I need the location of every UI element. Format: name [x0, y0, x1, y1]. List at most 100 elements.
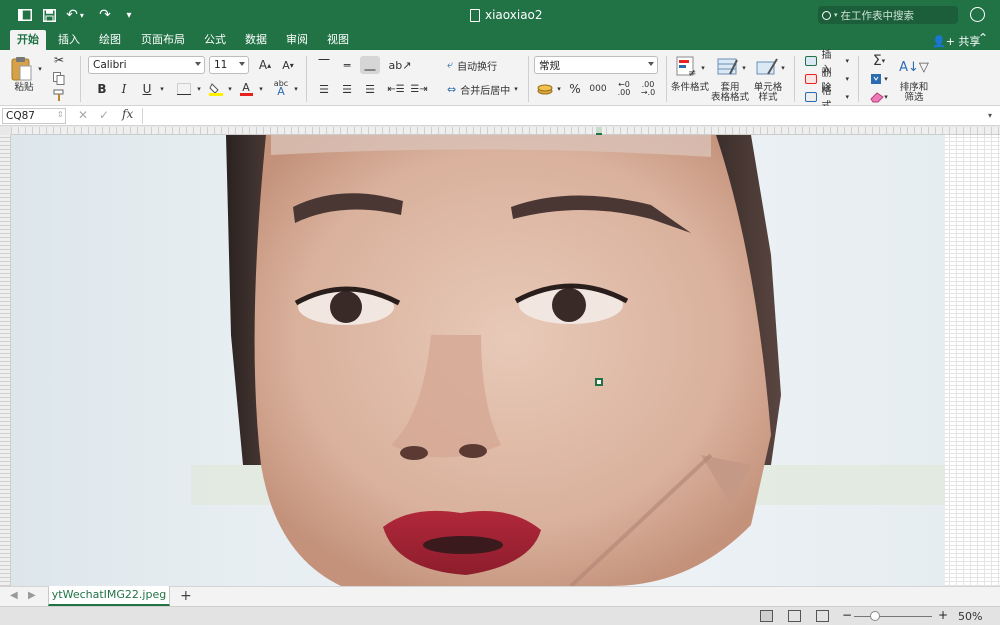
expand-formula-icon[interactable]: ▾	[988, 111, 992, 120]
enter-icon[interactable]: ✓	[99, 108, 109, 122]
cut-icon[interactable]: ✂	[52, 53, 66, 67]
italic-button[interactable]: I	[114, 80, 134, 98]
page-layout-view-icon[interactable]	[788, 610, 801, 622]
undo-icon[interactable]: ↶ ▾	[64, 6, 86, 24]
wrap-text-button[interactable]: ⤶ 自动换行	[446, 56, 526, 74]
zoom-level[interactable]: 50%	[958, 610, 982, 623]
ribbon: ▾ 粘贴 ✂ Calibri 11 A ▴ A ▾ B I U ▾ ▾ ▾ A ▾ …	[0, 50, 1000, 112]
autosum-button[interactable]: Σ ▾	[866, 53, 892, 69]
accounting-dropdown-icon[interactable]: ▾	[556, 85, 562, 93]
bold-button[interactable]: B	[92, 80, 112, 98]
zoom-in-button[interactable]: +	[938, 608, 948, 622]
font-name-select[interactable]: Calibri	[88, 56, 205, 74]
align-bottom-button[interactable]: ⎽	[360, 56, 380, 74]
align-top-button[interactable]: ⎺	[314, 56, 334, 74]
portrait-image	[191, 135, 945, 586]
phonetic-button[interactable]: abc A	[270, 78, 292, 98]
sheet-tab[interactable]: ytWechatIMG22.jpeg	[48, 586, 170, 606]
zoom-slider-thumb[interactable]	[870, 611, 880, 621]
smiley-icon[interactable]	[970, 7, 985, 22]
insert-dropdown-icon: ▾	[845, 56, 849, 65]
tab-review[interactable]: 审阅	[279, 30, 315, 50]
name-box-stepper-icon[interactable]: ⇕	[57, 110, 64, 119]
fill-color-button[interactable]	[206, 80, 226, 98]
font-size-select[interactable]: 11	[209, 56, 249, 74]
table-format-dropdown-icon[interactable]: ▾	[741, 64, 747, 72]
merge-dropdown-icon[interactable]: ▾	[513, 85, 519, 93]
borders-button[interactable]	[173, 80, 195, 98]
format-cells-button[interactable]: 格式 ▾	[804, 86, 850, 112]
orientation-button[interactable]: ab↗	[388, 56, 412, 74]
add-sheet-button[interactable]: +	[180, 588, 192, 604]
align-center-button[interactable]: ☰	[337, 80, 357, 98]
font-color-button[interactable]: A	[236, 80, 256, 98]
prev-sheet-icon[interactable]: ◀	[10, 590, 18, 601]
redo-icon[interactable]: ↷	[96, 6, 114, 24]
conditional-format-dropdown-icon[interactable]: ▾	[700, 64, 706, 72]
fill-color-dropdown-icon[interactable]: ▾	[227, 85, 233, 93]
decrease-indent-button[interactable]: ⇤☰	[386, 80, 406, 98]
underline-button[interactable]: U	[136, 80, 158, 98]
tab-view[interactable]: 视图	[320, 30, 356, 50]
format-painter-icon[interactable]	[52, 88, 66, 102]
merge-center-icon: ⇔	[447, 82, 457, 96]
save-icon[interactable]	[40, 6, 58, 24]
percent-button[interactable]: %	[565, 80, 585, 98]
zoom-out-button[interactable]: −	[842, 608, 852, 622]
borders-dropdown-icon[interactable]: ▾	[196, 85, 202, 93]
insert-function-button[interactable]: fx	[122, 107, 133, 121]
row-headers[interactable]	[0, 135, 11, 586]
accounting-format-button[interactable]	[534, 80, 556, 98]
separator	[858, 56, 859, 102]
cell-style-icon[interactable]	[754, 54, 780, 80]
increase-indent-button[interactable]: ☰⇥	[409, 80, 429, 98]
align-middle-button[interactable]: ═	[337, 56, 357, 74]
selected-cell[interactable]	[595, 378, 603, 386]
underline-dropdown-icon[interactable]: ▾	[159, 85, 165, 93]
decrease-font-button[interactable]: A ▾	[278, 56, 298, 74]
increase-font-button[interactable]: A ▴	[255, 56, 275, 74]
conditional-format-icon[interactable]: ≠	[674, 54, 700, 80]
tab-home[interactable]: 开始	[10, 30, 46, 50]
sheet-tab-bar: ◀ ▶ ytWechatIMG22.jpeg +	[0, 586, 1000, 606]
font-color-dropdown-icon[interactable]: ▾	[258, 85, 264, 93]
thousands-separator-button[interactable]: 000	[587, 80, 609, 98]
clear-button[interactable]: ▾	[866, 89, 892, 105]
tab-formulas[interactable]: 公式	[197, 30, 233, 50]
normal-view-icon[interactable]	[760, 610, 773, 622]
paste-icon[interactable]	[10, 56, 34, 82]
page-break-view-icon[interactable]	[816, 610, 829, 622]
increase-decimal-button[interactable]: ←0.00	[613, 80, 635, 98]
tab-insert[interactable]: 插入	[51, 30, 87, 50]
sort-filter-icon[interactable]: A↓ ▽	[898, 54, 930, 80]
embedded-picture[interactable]	[11, 135, 945, 586]
phonetic-dropdown-icon[interactable]: ▾	[293, 85, 299, 93]
decrease-decimal-button[interactable]: .00 →.0	[637, 80, 659, 98]
share-button[interactable]: 👤+ 共享	[932, 33, 980, 49]
tab-data[interactable]: 数据	[238, 30, 274, 50]
align-left-button[interactable]: ☰	[314, 80, 334, 98]
paste-dropdown-icon[interactable]: ▾	[37, 65, 43, 73]
align-right-button[interactable]: ☰	[360, 80, 380, 98]
table-format-icon[interactable]	[715, 54, 741, 80]
tab-draw[interactable]: 绘图	[92, 30, 128, 50]
document-icon	[470, 8, 480, 22]
cell-style-dropdown-icon[interactable]: ▾	[780, 64, 786, 72]
formula-input[interactable]	[142, 108, 988, 124]
customize-icon[interactable]: ▾	[122, 6, 136, 24]
search-input[interactable]: ▾ 在工作表中搜索	[818, 6, 958, 24]
tab-page-layout[interactable]: 页面布局	[134, 30, 192, 50]
cancel-icon[interactable]: ✕	[78, 108, 88, 122]
zoom-slider[interactable]	[854, 616, 932, 617]
fill-button[interactable]: ▾	[866, 71, 892, 87]
copy-icon[interactable]	[52, 71, 66, 85]
collapse-ribbon-icon[interactable]: ⌃	[978, 31, 988, 45]
number-format-select[interactable]: 常规	[534, 56, 658, 74]
column-headers[interactable]	[11, 127, 1000, 135]
sidebar-icon[interactable]	[16, 6, 34, 24]
add-person-icon: 👤+	[932, 35, 955, 48]
merge-center-button[interactable]: ⇔ 合并后居中	[446, 80, 522, 98]
separator	[306, 56, 307, 102]
next-sheet-icon[interactable]: ▶	[28, 590, 36, 601]
ribbon-tabs: 开始 插入 绘图 页面布局 公式 数据 审阅 视图 👤+ 共享 ⌃	[0, 30, 1000, 50]
